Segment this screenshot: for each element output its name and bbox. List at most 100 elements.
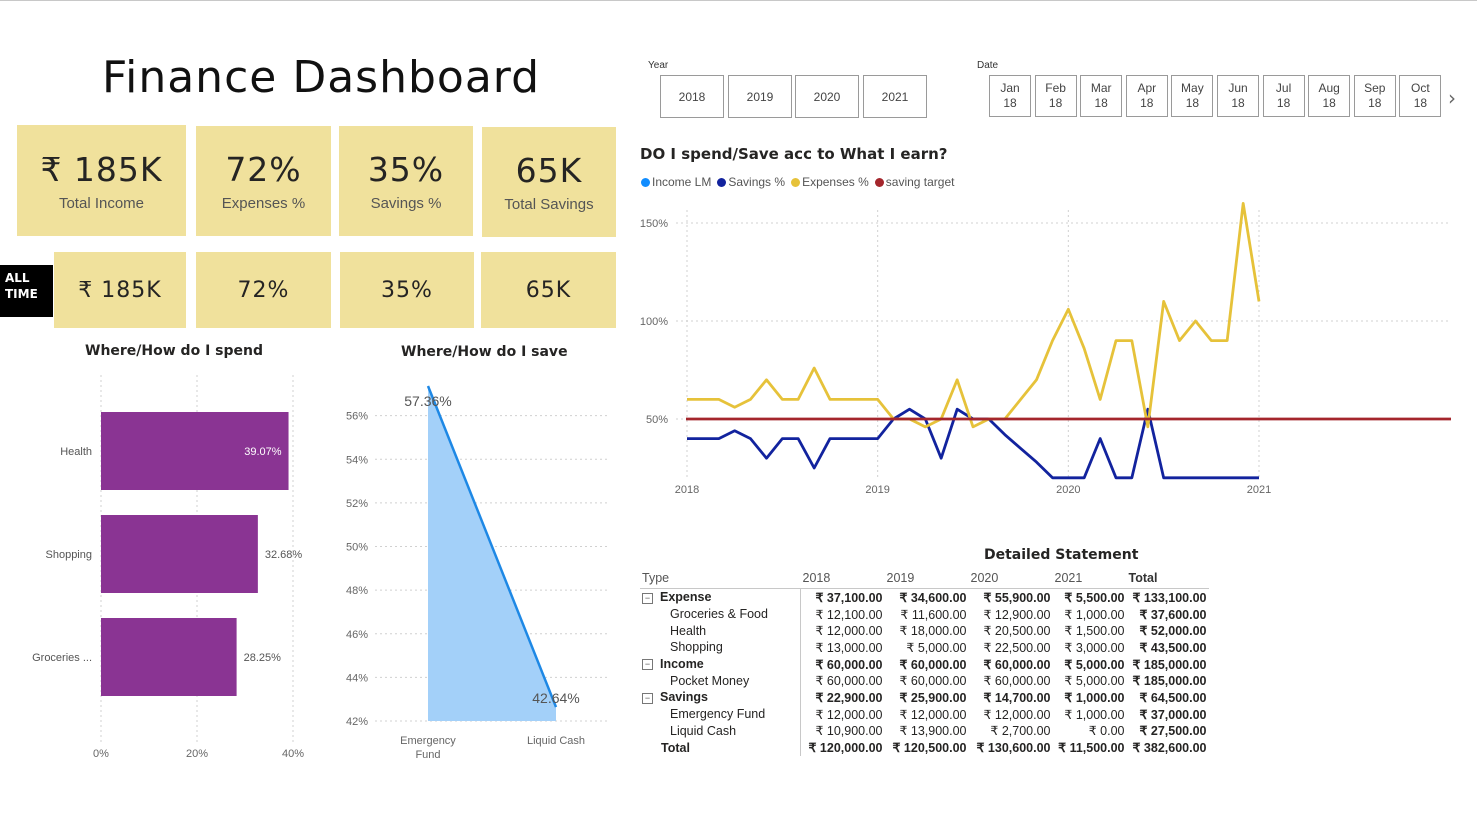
x-tick-label: 2021 [1247,484,1271,496]
legend-item[interactable]: Expenses % [791,175,869,189]
date-year: 18 [1231,96,1245,110]
kpi-savings-pct[interactable]: 35% Savings % [339,126,473,236]
y-tick-label: 44% [346,672,368,684]
table-cell: ₹ 34,600.00 [899,590,967,605]
data-label: 32.68% [265,549,303,561]
table-row: Health ₹ 12,000.00 ₹ 18,000.00 ₹ 20,500.00 ₹… [640,622,1209,640]
table-cell: ₹ 14,700.00 [983,690,1051,705]
row-label-cell: Health [640,622,801,639]
table-cell: ₹ 5,000.00 [1064,674,1125,689]
date-year: 18 [1368,96,1382,110]
legend-dot [791,177,801,187]
row-label-cell: − Income [640,656,801,673]
row-label: Pocket Money [670,673,750,688]
table-cell: ₹ 60,000.00 [800,655,885,673]
kpi-all-time-expenses[interactable]: 72% [196,252,331,328]
statement-title: Detailed Statement [984,547,1139,563]
legend-item[interactable]: saving target [874,175,954,189]
year-slicer-label: Year [648,60,669,71]
kpi-total-income[interactable]: ₹ 185K Total Income [17,125,186,236]
category-label: Shopping [46,549,93,561]
column-header[interactable]: 2021 [1052,568,1127,589]
y-tick-label: 52% [346,498,368,510]
table-cell: ₹ 5,500.00 [1064,590,1125,605]
legend-item[interactable]: Savings % [717,175,785,189]
table-cell: ₹ 12,000.00 [983,707,1051,722]
line-chart: 50% 100% 150% 2018 2019 2020 2021 [640,201,1451,496]
date-year: 18 [1276,96,1291,110]
table-cell: ₹ 60,000.00 [983,674,1051,689]
x-tick-label: 20% [186,748,208,760]
date-month: Jul [1275,81,1292,95]
y-tick-label: 50% [346,542,368,554]
table-cell: ₹ 60,000.00 [983,657,1051,672]
kpi-expenses-pct[interactable]: 72% Expenses % [196,126,331,236]
year-option-2021[interactable]: 2021 [863,75,927,118]
kpi-all-time-savings[interactable]: 65K [481,252,616,328]
table-cell: ₹ 22,500.00 [983,640,1051,655]
column-header[interactable]: Type [640,568,801,589]
row-label: Shopping [670,640,723,655]
table-row: Pocket Money ₹ 60,000.00 ₹ 60,000.00 ₹ 60,0… [640,672,1209,690]
table-cell: ₹ 22,900.00 [800,689,885,706]
x-tick-label: 2020 [1056,484,1080,496]
kpi-value: 72% [225,150,302,189]
column-header[interactable]: 2020 [968,568,1053,589]
legend-label: Savings % [728,175,786,189]
row-label-cell: Groceries & Food [640,606,801,623]
kpi-all-time-income[interactable]: ₹ 185K [54,252,186,328]
statement-table: Type 2018 2019 2020 2021 Total − Expense ₹… [640,568,1209,756]
kpi-all-time-savings-pct[interactable]: 35% [340,252,474,328]
kpi-total-savings[interactable]: 65K Total Savings [482,127,616,237]
collapse-icon[interactable]: − [642,692,653,704]
legend-label: Income LM [652,175,712,189]
collapse-icon[interactable]: − [642,659,653,671]
date-option-may[interactable]: May 18 [1171,75,1214,117]
date-option-jul[interactable]: Jul 18 [1262,75,1305,117]
column-header[interactable]: 2018 [800,568,885,589]
row-label: Health [670,623,707,638]
date-month: Sep [1364,81,1386,95]
date-option-aug[interactable]: Aug 18 [1308,75,1351,117]
table-row: Shopping ₹ 13,000.00 ₹ 5,000.00 ₹ 22,500.00… [640,639,1209,656]
table-cell: ₹ 5,000.00 [1064,657,1125,672]
series-line [687,201,1261,429]
row-label-cell: Total [640,739,801,756]
chevron-right-icon[interactable]: › [1448,86,1456,110]
row-label: Emergency Fund [670,707,766,722]
table-row: Total ₹ 120,000.00 ₹ 120,500.00 ₹ 130,600.0… [640,739,1209,756]
row-label: Liquid Cash [670,723,737,738]
top-divider [0,0,1477,1]
date-option-feb[interactable]: Feb 18 [1034,75,1077,117]
row-label: Groceries & Food [670,607,768,622]
table-row: Groceries & Food ₹ 12,100.00 ₹ 11,600.00 ₹ … [640,605,1209,623]
column-header[interactable]: Total [1126,568,1209,589]
table-cell: ₹ 12,000.00 [800,622,885,640]
column-header[interactable]: 2019 [884,568,969,589]
table-cell: ₹ 52,000.00 [1139,624,1207,639]
table-row: − Savings ₹ 22,900.00 ₹ 25,900.00 ₹ 14,700.0… [640,689,1209,706]
table-cell: ₹ 5,000.00 [906,640,967,655]
year-option-2018[interactable]: 2018 [660,75,724,118]
date-option-mar[interactable]: Mar 18 [1080,75,1123,117]
date-option-jun[interactable]: Jun 18 [1217,75,1259,117]
table-cell: ₹ 12,000.00 [800,705,885,723]
table-cell: ₹ 120,000.00 [800,739,885,756]
date-option-jan[interactable]: Jan 18 [989,75,1031,117]
kpi-label: Total Savings [504,196,594,213]
year-option-2020[interactable]: 2020 [795,75,859,118]
date-option-apr[interactable]: Apr 18 [1125,75,1168,117]
row-label: Total [661,740,690,755]
table-cell: ₹ 3,000.00 [1064,640,1125,655]
table-cell: ₹ 13,900.00 [899,724,967,739]
date-option-sep[interactable]: Sep 18 [1353,75,1396,117]
table-cell: ₹ 130,600.00 [976,741,1051,756]
x-tick-label: Fund [415,749,440,761]
collapse-icon[interactable]: − [642,592,653,604]
date-option-oct[interactable]: Oct 18 [1399,75,1442,117]
table-cell: ₹ 37,600.00 [1139,607,1207,622]
legend-item[interactable]: Income LM [641,175,711,189]
x-tick-label: Emergency [400,735,456,747]
year-option-2019[interactable]: 2019 [728,75,792,118]
date-month: Jun [1228,81,1248,95]
